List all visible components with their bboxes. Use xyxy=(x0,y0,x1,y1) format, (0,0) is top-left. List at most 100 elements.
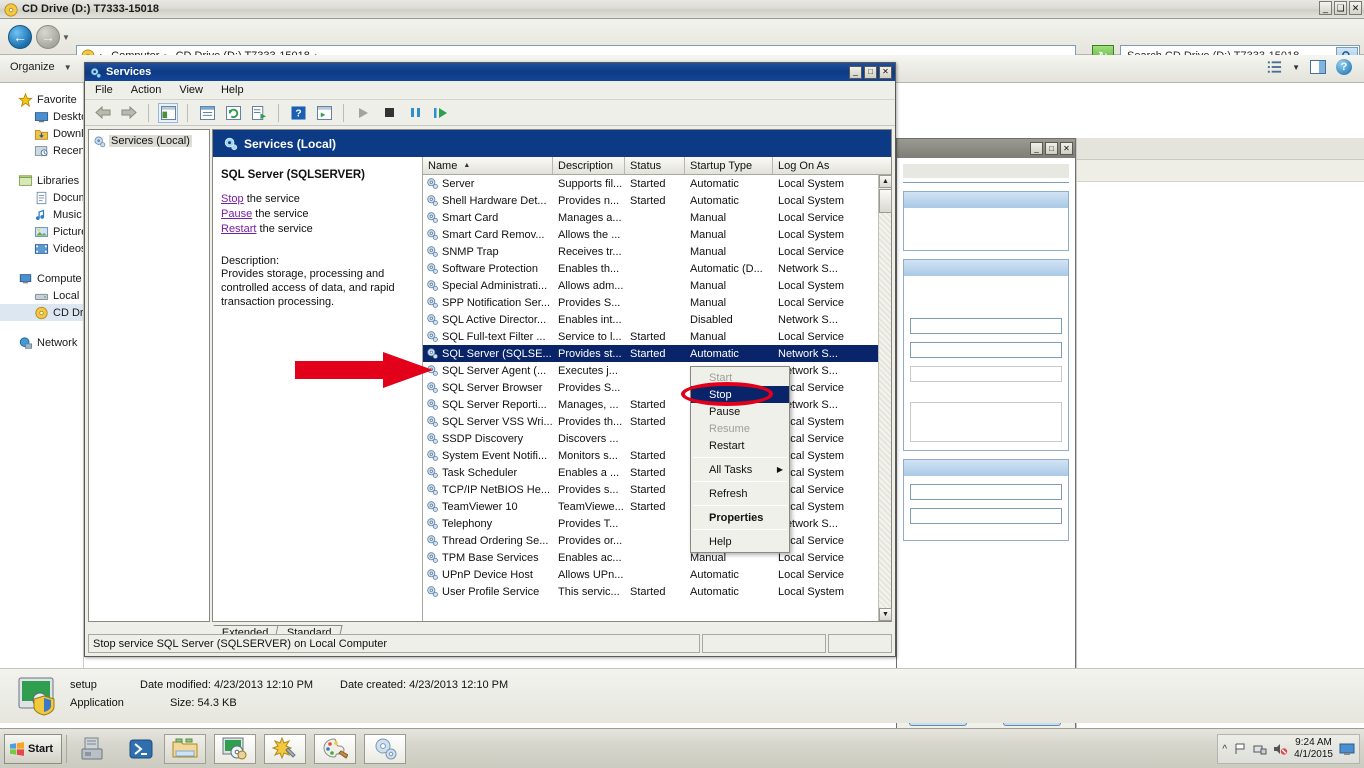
table-row[interactable]: Task Scheduler Enables a ... Started Local … xyxy=(423,464,878,481)
explorer-close-button[interactable]: ✕ xyxy=(1349,1,1362,15)
table-row[interactable]: Special Administrati... Allows adm... Manu… xyxy=(423,277,878,294)
view-chevron-down-icon[interactable]: ▼ xyxy=(1292,63,1300,72)
stop-service-link[interactable]: Stop xyxy=(221,193,244,205)
table-row[interactable]: Smart Card Manages a... Manual Local Servic… xyxy=(423,209,878,226)
restart-service-link-row[interactable]: Restart the service xyxy=(221,223,414,235)
context-menu-item-properties[interactable]: Properties xyxy=(691,509,789,526)
table-row[interactable]: Shell Hardware Det... Provides n... Starte… xyxy=(423,192,878,209)
services-tree-pane[interactable]: Services (Local) xyxy=(88,129,210,622)
explorer-minimize-button[interactable]: _ xyxy=(1319,1,1332,15)
background-properties-dialog[interactable]: _ □ ✕ xyxy=(896,138,1076,738)
services-close-button[interactable]: ✕ xyxy=(879,65,892,79)
table-row[interactable]: System Event Notifi... Monitors s... Start… xyxy=(423,447,878,464)
pause-service-link[interactable]: Pause xyxy=(221,208,252,220)
show-hide-tree-icon[interactable] xyxy=(158,102,178,123)
column-header-description[interactable]: Description xyxy=(553,157,625,174)
table-row[interactable]: SQL Server Agent (... Executes j... Networ… xyxy=(423,362,878,379)
context-menu-item-help[interactable]: Help xyxy=(691,533,789,550)
sidebar-item-favorites[interactable]: Favorite xyxy=(0,91,83,108)
table-row[interactable]: TCP/IP NetBIOS He... Provides s... Started… xyxy=(423,481,878,498)
column-header-log-on-as[interactable]: Log On As xyxy=(773,157,853,174)
context-menu-item-all-tasks[interactable]: All Tasks ▶ xyxy=(691,461,789,478)
taskbar-item-windows-explorer[interactable] xyxy=(164,734,206,764)
bgdialog-field-5[interactable] xyxy=(910,508,1062,524)
sidebar-item-videos[interactable]: Videos xyxy=(0,240,83,257)
sidebar-item-computer[interactable]: Compute xyxy=(0,270,83,287)
table-row[interactable]: SQL Full-text Filter ... Service to l... S… xyxy=(423,328,878,345)
sidebar-item-recent-places[interactable]: Recen xyxy=(0,142,83,159)
bgdialog-textarea[interactable] xyxy=(910,402,1062,442)
list-view-icon[interactable] xyxy=(1267,60,1282,74)
back-arrow-icon[interactable] xyxy=(93,103,113,123)
refresh-icon[interactable] xyxy=(223,103,243,123)
start-button[interactable]: Start xyxy=(4,734,62,764)
bgdialog-field-2[interactable] xyxy=(910,342,1062,358)
services-maximize-button[interactable]: □ xyxy=(864,65,877,79)
volume-muted-icon[interactable] xyxy=(1273,742,1288,756)
taskbar-item-services[interactable] xyxy=(364,734,406,764)
taskbar-item-server-manager[interactable] xyxy=(72,734,114,764)
scroll-up-button[interactable]: ▲ xyxy=(879,175,892,188)
table-row[interactable]: TPM Base Services Enables ac... Manual Loca… xyxy=(423,549,878,566)
services-window[interactable]: Services _ □ ✕ File Action View Help ? S… xyxy=(84,62,896,657)
bgdialog-field-1[interactable] xyxy=(910,318,1062,334)
menu-file[interactable]: File xyxy=(95,84,113,96)
preview-pane-icon[interactable] xyxy=(1310,60,1326,74)
menu-help[interactable]: Help xyxy=(221,84,244,96)
table-row[interactable]: SQL Server (SQLSE... Provides st... Starte… xyxy=(423,345,878,362)
table-row[interactable]: SQL Server Browser Provides S... Local Ser… xyxy=(423,379,878,396)
bgdialog-restore-button[interactable]: □ xyxy=(1045,142,1058,155)
table-row[interactable]: SSDP Discovery Discovers ... Local Service xyxy=(423,430,878,447)
organize-button[interactable]: Organize ▼ xyxy=(10,61,72,73)
taskbar-item-paint[interactable] xyxy=(314,734,356,764)
help-icon[interactable]: ? xyxy=(288,103,308,123)
network-icon[interactable] xyxy=(1253,742,1267,756)
context-menu-item-pause[interactable]: Pause xyxy=(691,403,789,420)
pause-service-icon[interactable] xyxy=(405,103,425,123)
table-row[interactable]: Thread Ordering Se... Provides or... Local… xyxy=(423,532,878,549)
bgdialog-minimize-button[interactable]: _ xyxy=(1030,142,1043,155)
column-header-status[interactable]: Status xyxy=(625,157,685,174)
stop-service-icon[interactable] xyxy=(379,103,399,123)
show-action-pane-icon[interactable] xyxy=(314,103,334,123)
services-list-scrollbar[interactable]: ▲ ▼ xyxy=(878,175,892,621)
menu-action[interactable]: Action xyxy=(131,84,162,96)
start-service-icon[interactable] xyxy=(353,103,373,123)
context-menu-item-restart[interactable]: Restart xyxy=(691,437,789,454)
context-menu-item-refresh[interactable]: Refresh xyxy=(691,485,789,502)
column-header-name[interactable]: Name ▲ xyxy=(423,157,553,174)
table-row[interactable]: UPnP Device Host Allows UPn... Automatic Lo… xyxy=(423,566,878,583)
sidebar-item-cd-drive[interactable]: CD Dri xyxy=(0,304,83,321)
taskbar-item-powershell[interactable] xyxy=(120,734,162,764)
forward-arrow-icon[interactable] xyxy=(119,103,139,123)
forward-button[interactable]: → xyxy=(36,25,60,49)
bgdialog-field-4[interactable] xyxy=(910,484,1062,500)
scroll-down-button[interactable]: ▼ xyxy=(879,608,892,621)
stop-service-link-row[interactable]: Stop the service xyxy=(221,193,414,205)
menu-view[interactable]: View xyxy=(179,84,203,96)
table-row[interactable]: TeamViewer 10 TeamViewe... Started Local Sy… xyxy=(423,498,878,515)
table-row[interactable]: SQL Active Director... Enables int... Disa… xyxy=(423,311,878,328)
taskbar-clock[interactable]: 9:24 AM 4/1/2015 xyxy=(1294,737,1333,761)
export-list-icon[interactable] xyxy=(249,103,269,123)
table-row[interactable]: SQL Server Reporti... Manages, ... Started… xyxy=(423,396,878,413)
sidebar-item-desktop[interactable]: Deskto xyxy=(0,108,83,125)
sidebar-item-local-disk[interactable]: Local D xyxy=(0,287,83,304)
table-row[interactable]: Telephony Provides T... Network S... xyxy=(423,515,878,532)
table-row[interactable]: SQL Server VSS Wri... Provides th... Start… xyxy=(423,413,878,430)
services-list-view[interactable]: Name ▲ Description Status Startup Type L… xyxy=(422,157,892,621)
taskbar-item-cd-setup[interactable] xyxy=(214,734,256,764)
column-header-startup-type[interactable]: Startup Type xyxy=(685,157,773,174)
show-hidden-icons-icon[interactable]: ^ xyxy=(1222,744,1227,755)
sidebar-item-network[interactable]: Network xyxy=(0,334,83,351)
taskbar-item-tools[interactable] xyxy=(264,734,306,764)
help-icon[interactable]: ? xyxy=(1336,59,1352,75)
restart-service-link[interactable]: Restart xyxy=(221,223,256,235)
sidebar-item-documents[interactable]: Docum xyxy=(0,189,83,206)
flag-action-center-icon[interactable] xyxy=(1233,742,1247,756)
table-row[interactable]: Smart Card Remov... Allows the ... Manual L… xyxy=(423,226,878,243)
back-button[interactable]: ← xyxy=(8,25,32,49)
explorer-restore-button[interactable]: ❑ xyxy=(1334,1,1347,15)
show-desktop-icon[interactable] xyxy=(1339,742,1355,756)
properties-icon[interactable] xyxy=(197,103,217,123)
